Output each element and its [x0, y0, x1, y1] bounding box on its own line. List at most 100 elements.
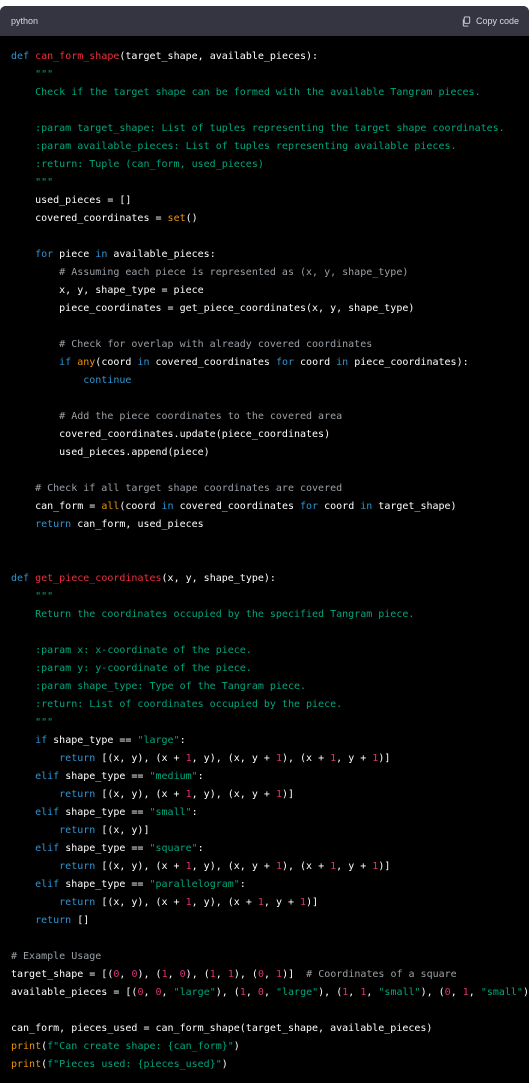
code-header: python Copy code [0, 6, 529, 36]
code-token: "large" [276, 987, 319, 998]
code-token: return [11, 519, 78, 530]
code-token: (coord [95, 357, 138, 368]
code-token: , [263, 987, 276, 998]
code-token: can_form, used_pieces [77, 519, 204, 530]
code-token: covered_coordinates [179, 501, 301, 512]
code-line: can_form, pieces_used = can_form_shape(t… [11, 1020, 518, 1038]
code-line: elif shape_type == "parallelogram": [11, 876, 518, 894]
code-line: """ [11, 174, 518, 192]
code-line: print(f"Pieces used: {pieces_used}") [11, 1056, 518, 1074]
code-line: ​ [11, 1002, 518, 1020]
code-line: """ [11, 588, 518, 606]
code-line: :param x: x-coordinate of the piece. [11, 642, 518, 660]
code-token: Check if the target shape can be formed … [11, 87, 481, 98]
code-line: # Add the piece coordinates to the cover… [11, 408, 518, 426]
code-line: ​ [11, 318, 518, 336]
code-line: return [(x, y), (x + 1, y), (x, y + 1)] [11, 786, 518, 804]
code-token: coord [300, 357, 337, 368]
code-token: f"Can create shape: {can_form}" [47, 1041, 234, 1052]
code-token: ), (x + [281, 753, 331, 764]
code-line: x, y, shape_type = piece [11, 282, 518, 300]
code-token: [] [77, 915, 90, 926]
code-line: :param y: y-coordinate of the piece. [11, 660, 518, 678]
code-block: python Copy code def can_form_shape(targ… [0, 6, 529, 1083]
code-token: return [11, 753, 102, 764]
code-token: (x, y, shape_type): [161, 573, 276, 584]
code-token: , y), (x + [191, 897, 258, 908]
code-line: :param target_shape: List of tuples repr… [11, 120, 518, 138]
code-token: , [119, 969, 132, 980]
code-token: shape_type == [65, 879, 150, 890]
code-token: , y), (x, y + [191, 789, 276, 800]
code-token: """ [11, 717, 54, 728]
code-token: (target_shape, available_pieces): [119, 51, 319, 62]
copy-code-button[interactable]: Copy code [461, 15, 519, 27]
code-token: : [197, 771, 204, 782]
code-token: in [360, 501, 379, 512]
code-token: piece_coordinates): [354, 357, 469, 368]
code-token: : [197, 843, 204, 854]
code-token: print [11, 1059, 42, 1070]
code-token: :param shape_type: Type of the Tangram p… [11, 681, 307, 692]
code-token: # Assuming each piece is represented as … [11, 267, 409, 278]
code-token: :param available_pieces: List of tuples … [11, 141, 457, 152]
code-token: "small" [149, 807, 192, 818]
code-token: , [366, 987, 379, 998]
code-line: ​ [11, 552, 518, 570]
code-token: , y), (x, y + [191, 861, 276, 872]
code-line: # Assuming each piece is represented as … [11, 264, 518, 282]
code-token: # Example Usage [11, 951, 102, 962]
code-token: elif [11, 843, 66, 854]
code-line: # Check if all target shape coordinates … [11, 480, 518, 498]
code-token: ), ( [318, 987, 343, 998]
code-token: , [468, 987, 481, 998]
code-token: [(x, y), (x + [101, 897, 186, 908]
code-token: elif [11, 771, 66, 782]
code-token: shape_type == [65, 807, 150, 818]
code-token: in [336, 357, 355, 368]
code-token: set [167, 213, 186, 224]
code-token: , [143, 987, 156, 998]
code-line: ​ [11, 624, 518, 642]
code-token: elif [11, 807, 66, 818]
code-token: covered_coordinates = [11, 213, 168, 224]
code-token: """ [11, 591, 54, 602]
code-line: return can_form, used_pieces [11, 516, 518, 534]
code-token: :param x: x-coordinate of the piece. [11, 645, 252, 656]
code-line: ​ [11, 228, 518, 246]
code-token: print [11, 1041, 42, 1052]
code-line: :return: Tuple (can_form, used_pieces) [11, 156, 518, 174]
code-token: used_pieces = [] [11, 195, 132, 206]
code-token: , y), (x, y + [191, 753, 276, 764]
code-token: # Check for overlap with already covered… [11, 339, 373, 350]
code-line: # Example Usage [11, 948, 518, 966]
code-line: covered_coordinates = set() [11, 210, 518, 228]
code-line: elif shape_type == "medium": [11, 768, 518, 786]
code-token: piece_coordinates = get_piece_coordinate… [11, 303, 415, 314]
code-token: , [264, 969, 277, 980]
code-line: elif shape_type == "square": [11, 840, 518, 858]
code-line: ​ [11, 462, 518, 480]
code-line: if any(coord in covered_coordinates for … [11, 354, 518, 372]
code-token: in [161, 501, 180, 512]
code-token: f"Pieces used: {pieces_used}" [47, 1059, 222, 1070]
code-line: :param shape_type: Type of the Tangram p… [11, 678, 518, 696]
code-token: any [77, 357, 96, 368]
code-token: return [11, 861, 102, 872]
code-token: """ [11, 69, 54, 80]
code-line: """ [11, 714, 518, 732]
code-token: if [11, 357, 78, 368]
code-content[interactable]: def can_form_shape(target_shape, availab… [0, 36, 529, 1074]
code-token: :param target_shape: List of tuples repr… [11, 123, 505, 134]
code-line: available_pieces = [(0, 0, "large"), (1,… [11, 984, 529, 1002]
code-token: can_form, pieces_used = can_form_shape(t… [11, 1023, 433, 1034]
code-line: covered_coordinates.update(piece_coordin… [11, 426, 518, 444]
code-token: elif [11, 879, 66, 890]
code-line: used_pieces = [] [11, 192, 518, 210]
code-token: covered_coordinates [155, 357, 276, 368]
code-token: )] [378, 753, 391, 764]
code-line: used_pieces.append(piece) [11, 444, 518, 462]
code-token: piece [59, 249, 96, 260]
code-token: get_piece_coordinates [35, 573, 162, 584]
code-token: )] [281, 789, 295, 800]
